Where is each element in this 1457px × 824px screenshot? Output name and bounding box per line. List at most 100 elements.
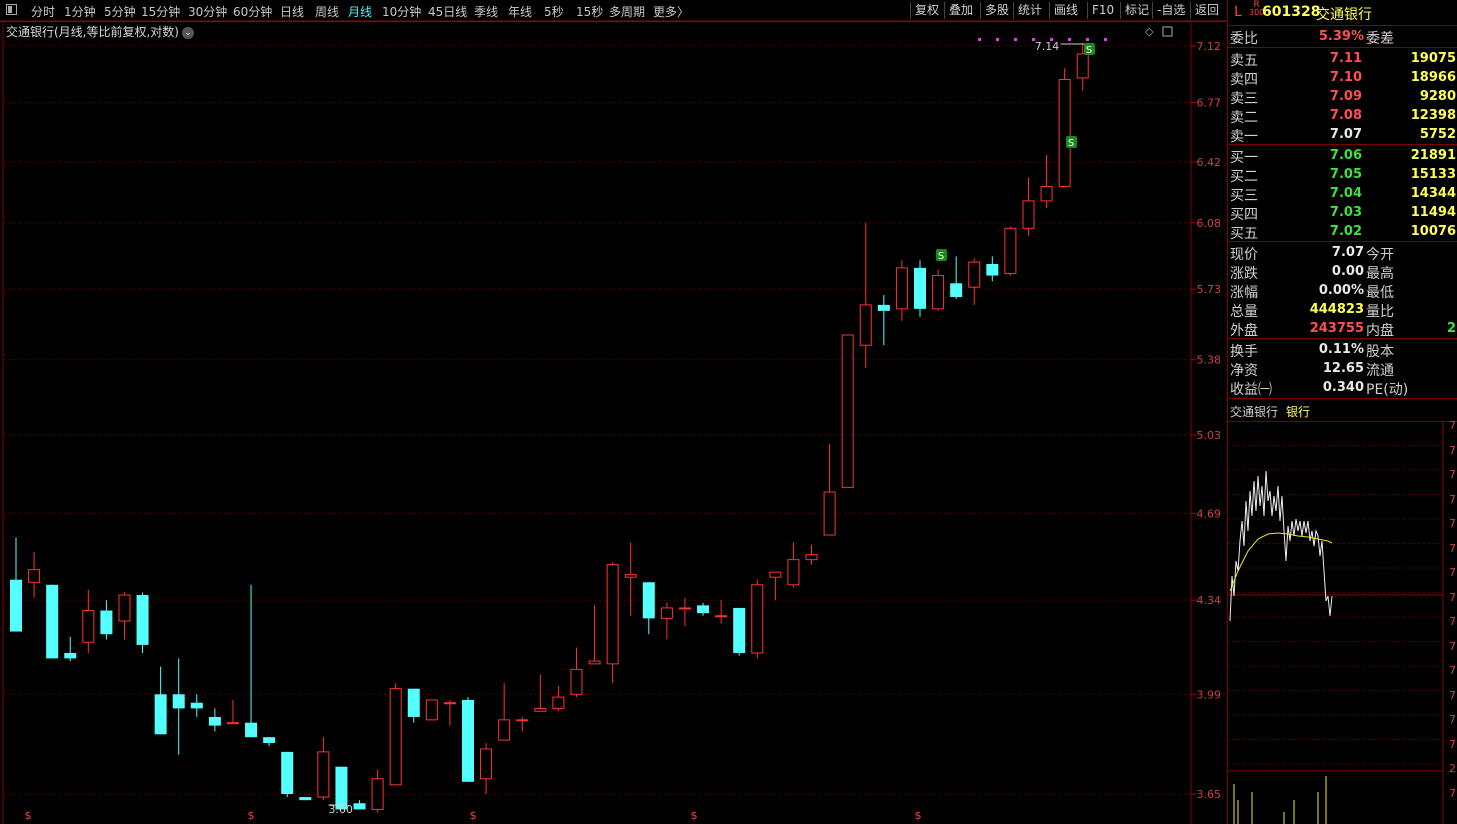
target-dot xyxy=(1104,38,1107,41)
stat-value: 0.11% xyxy=(1318,342,1364,357)
candle-body xyxy=(823,491,836,536)
candle-body xyxy=(46,584,59,659)
level-label: 买三 xyxy=(1230,188,1258,204)
event-dollar-icon: $ xyxy=(248,809,255,822)
level-volume: 10076 xyxy=(1410,224,1456,239)
candle-body xyxy=(733,607,746,653)
candle-body xyxy=(751,584,764,654)
stat-row: 现价 7.07 今开 xyxy=(1228,243,1457,263)
stat-label: 总量 xyxy=(1230,304,1258,320)
bid-row[interactable]: 买三 7.04 14344 xyxy=(1228,184,1457,204)
level-label: 买一 xyxy=(1230,150,1258,166)
y-tick-label: 5.73 xyxy=(1197,283,1222,296)
mini-axis-label: 7 xyxy=(1449,566,1456,579)
level-volume: 19075 xyxy=(1410,51,1456,66)
candle-body xyxy=(226,722,239,725)
y-tick-label: 6.08 xyxy=(1197,217,1222,230)
ask-row[interactable]: 卖二 7.08 12398 xyxy=(1228,106,1457,126)
stat-row: 外盘 243755 内盘 xyxy=(1228,319,1457,339)
ask-row[interactable]: 卖四 7.10 18966 xyxy=(1228,68,1457,88)
stat-label: 外盘 xyxy=(1230,323,1258,339)
ask-row[interactable]: 卖一 7.07 5752 xyxy=(1228,125,1457,145)
ask-row[interactable]: 卖三 7.09 9280 xyxy=(1228,87,1457,107)
candle-body xyxy=(498,719,511,741)
candlestick-chart[interactable]: 7.12 6.77 6.42 6.08 5.73 5.38 5.03 4.69 4.34 3.99… xyxy=(0,0,1226,824)
mini-axis-label: 7 xyxy=(1449,443,1456,457)
target-dot xyxy=(996,38,999,41)
bid-row[interactable]: 买一 7.06 21891 xyxy=(1228,146,1457,166)
stat-label-2: 流通 xyxy=(1366,363,1394,379)
stat-value: 0.340 xyxy=(1322,380,1364,395)
candle-body xyxy=(172,694,185,709)
candle-body xyxy=(986,264,999,276)
y-tick-label: 7.12 xyxy=(1197,40,1222,53)
candle-body xyxy=(606,564,619,665)
level-price: 7.06 xyxy=(1329,148,1362,163)
order-ratio-label: 委比 xyxy=(1230,31,1258,47)
mini-axis-label: 7 xyxy=(1449,517,1456,530)
stat-label-2: PE(动) xyxy=(1366,382,1409,398)
candle-body xyxy=(895,267,908,310)
target-dot xyxy=(1032,38,1035,41)
candle-body xyxy=(245,722,258,738)
candle-body xyxy=(10,579,22,632)
mini-sector[interactable]: 银行 xyxy=(1286,403,1310,420)
candle-body xyxy=(877,304,890,311)
signal-s-icon: S xyxy=(938,251,944,262)
candle-body xyxy=(660,607,673,619)
target-dot xyxy=(978,38,981,41)
ask-row[interactable]: 卖五 7.11 19075 xyxy=(1228,49,1457,69)
level-label: 买二 xyxy=(1230,169,1258,185)
mini-axis-label: 7 xyxy=(1449,786,1456,800)
mini-axis-label: 7 xyxy=(1449,615,1456,628)
divider xyxy=(1228,338,1457,339)
level-label: 卖五 xyxy=(1230,53,1258,69)
inner-volume-partial: 2 xyxy=(1446,321,1456,336)
order-ratio-value: 5.39% xyxy=(1318,29,1364,44)
level-label: 卖四 xyxy=(1230,72,1258,88)
level-label: 卖一 xyxy=(1230,129,1258,145)
bid-row[interactable]: 买五 7.02 10076 xyxy=(1228,222,1457,242)
level-label: 买四 xyxy=(1230,207,1258,223)
quote-header: L R 300 601328 交通银行 xyxy=(1228,0,1457,26)
stat-label-2: 股本 xyxy=(1366,344,1394,360)
stat-label: 换手 xyxy=(1230,344,1258,360)
candle-body xyxy=(534,707,547,712)
y-tick-label: 3.99 xyxy=(1197,688,1222,701)
mini-axis-label: 7 xyxy=(1449,737,1456,751)
stat-value: 12.65 xyxy=(1322,361,1364,376)
event-dollar-icon: $ xyxy=(25,809,32,822)
diamond-icon: ◇ xyxy=(1145,25,1154,38)
bid-row[interactable]: 买四 7.03 11494 xyxy=(1228,203,1457,223)
mini-axis-label: 2 xyxy=(1449,762,1456,775)
candle-body xyxy=(968,261,981,288)
event-dollar-icon: $ xyxy=(470,809,477,822)
candle-body xyxy=(859,304,872,346)
event-dollar-icon: $ xyxy=(915,809,922,822)
stat-value: 7.07 xyxy=(1331,245,1364,260)
candle-body xyxy=(787,559,800,586)
level-volume: 5752 xyxy=(1419,127,1456,142)
order-ratio-row: 委比 5.39% 委差 xyxy=(1228,27,1457,47)
mini-axis-label: 7 xyxy=(1449,419,1456,432)
candle-body xyxy=(480,748,493,780)
candle-body xyxy=(263,737,276,744)
stock-code: 601328 xyxy=(1262,4,1321,20)
level-price: 7.02 xyxy=(1329,224,1362,239)
candle-body xyxy=(1076,53,1089,79)
divider xyxy=(1228,47,1457,48)
candle-body xyxy=(100,610,113,635)
y-tick-label: 5.38 xyxy=(1197,354,1222,367)
stat-value: 243755 xyxy=(1309,321,1364,336)
bid-row[interactable]: 买二 7.05 15133 xyxy=(1228,165,1457,185)
candle-body xyxy=(715,615,728,618)
level-volume: 18966 xyxy=(1410,70,1456,85)
level-volume: 12398 xyxy=(1410,108,1456,123)
mini-intraday-chart[interactable] xyxy=(1228,421,1457,824)
candle-body xyxy=(516,719,529,722)
candle-body xyxy=(1022,200,1035,229)
high-label: 7.14 xyxy=(1035,40,1060,53)
level-price: 7.11 xyxy=(1329,51,1362,66)
stat-label: 净资 xyxy=(1230,363,1258,379)
candle-body xyxy=(1004,227,1017,275)
